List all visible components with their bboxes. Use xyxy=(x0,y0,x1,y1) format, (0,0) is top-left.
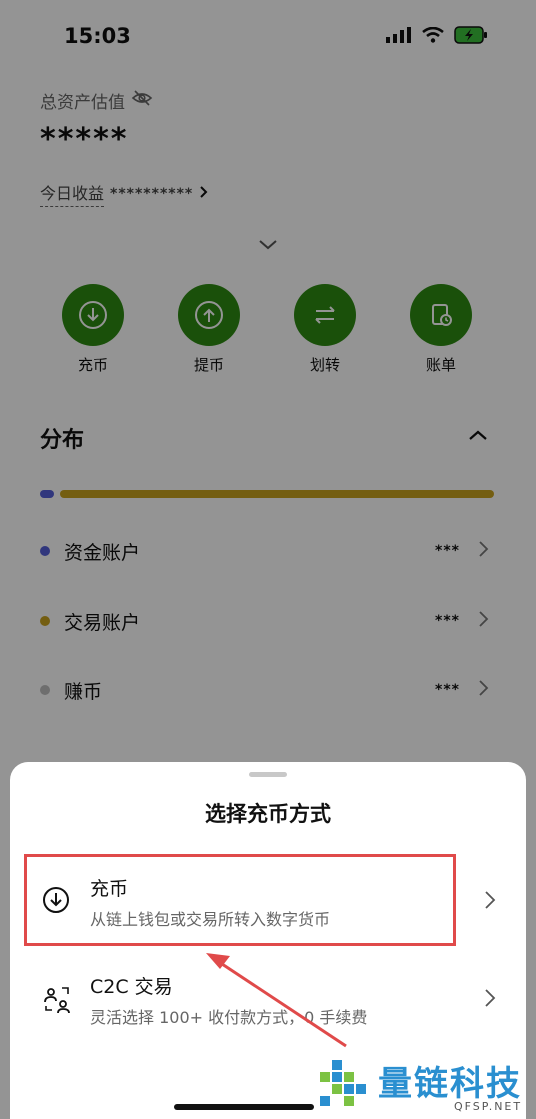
watermark-logo: 量链科技 QFSP.NET xyxy=(316,1056,536,1118)
watermark-subtext: QFSP.NET xyxy=(454,1100,523,1113)
watermark-text: 量链科技 xyxy=(378,1064,522,1104)
home-indicator xyxy=(174,1104,314,1110)
assets-screen: 15:03 总资产估值 ***** 今日收益 ********** 充币 提币 … xyxy=(0,0,536,1119)
watermark-logo-icon xyxy=(320,1060,366,1106)
